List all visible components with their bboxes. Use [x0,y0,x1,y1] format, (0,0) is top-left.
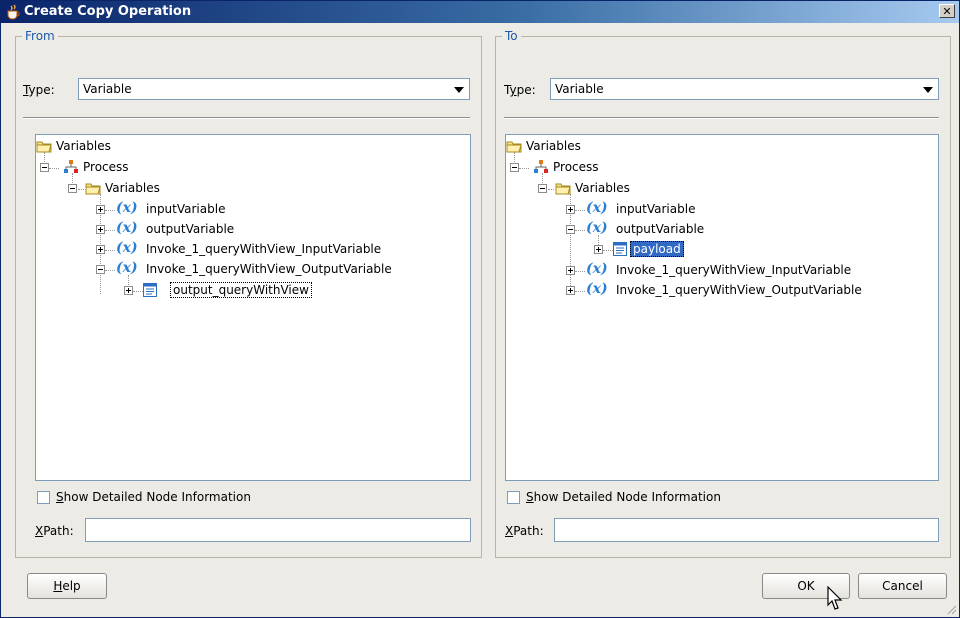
variable-icon: (x) [586,261,608,277]
to-type-value: Variable [555,82,604,96]
tree-connector [105,270,115,272]
dropdown-arrow-icon [923,87,933,93]
tree-node-label: Invoke_1_queryWithView_InputVariable [146,242,382,256]
tree-node-label: Process [83,160,129,174]
tree-node-label: Variables [526,139,581,153]
collapse-icon[interactable] [96,265,105,274]
element-icon [613,242,627,256]
expand-icon[interactable] [594,245,603,254]
tree-node-label: inputVariable [616,202,696,216]
collapse-icon[interactable] [538,184,547,193]
tree-connector [548,189,554,191]
tree-connector [49,168,59,170]
from-separator [23,117,470,119]
tree-node-label: outputVariable [616,222,705,236]
tree-node-label: output_queryWithView [170,282,312,298]
folder-icon [555,183,571,195]
create-copy-operation-dialog: Create Copy Operation ✕ From Type: Varia… [0,0,960,618]
tree-connector [105,230,115,232]
variable-icon: (x) [116,200,138,216]
expand-icon[interactable] [96,205,105,214]
variable-icon: (x) [116,220,138,236]
variable-icon: (x) [116,240,138,256]
to-type-select[interactable]: Variable [550,78,939,100]
tree-node-label: Process [553,160,599,174]
process-icon [64,160,78,173]
from-type-label: Type: [23,83,55,97]
collapse-icon[interactable] [68,184,77,193]
window-title: Create Copy Operation [24,4,192,19]
folder-icon [85,183,101,195]
from-show-detailed-checkbox[interactable] [37,491,50,504]
tree-node-label: Invoke_1_queryWithView_OutputVariable [146,262,392,276]
folder-icon [506,141,522,153]
variable-icon: (x) [116,260,138,276]
to-show-detailed-checkbox[interactable] [507,491,520,504]
title-bar[interactable]: Create Copy Operation ✕ [1,1,959,23]
close-icon: ✕ [942,5,952,18]
variable-icon: (x) [586,200,608,216]
tree-connector [575,230,585,232]
to-xpath-label: XPath: [505,524,544,538]
tree-connector [105,210,115,212]
to-legend: To [505,29,518,43]
collapse-icon[interactable] [510,163,519,172]
to-separator [504,117,939,119]
tree-node-label: Invoke_1_queryWithView_OutputVariable [616,283,862,297]
tree-connector [78,189,84,191]
variable-icon: (x) [586,220,608,236]
tree-connector [575,291,585,293]
from-type-value: Variable [83,82,132,96]
to-variable-tree[interactable]: Variables Process Variables (x) inputVar… [505,134,939,481]
tree-node-label: payload [630,241,684,257]
tree-node-label: Invoke_1_queryWithView_InputVariable [616,263,852,277]
tree-connector [575,210,585,212]
tree-connector [105,250,115,252]
tree-node-label: Variables [105,181,160,195]
close-button[interactable]: ✕ [939,4,955,18]
tree-node-label: Variables [575,181,630,195]
tree-node-label: Variables [56,139,111,153]
element-icon [143,283,157,297]
mouse-pointer-icon [827,586,843,610]
cancel-button[interactable]: Cancel [858,573,947,599]
from-xpath-input[interactable] [85,518,471,542]
to-show-detailed-label: Show Detailed Node Information [526,490,721,504]
expand-icon[interactable] [566,205,575,214]
process-icon [534,160,548,173]
from-xpath-label: XPath: [35,524,74,538]
expand-icon[interactable] [96,225,105,234]
collapse-icon[interactable] [40,163,49,172]
to-type-label: Type: [504,83,536,97]
resize-grip-icon[interactable] [945,603,957,615]
folder-icon [36,141,52,153]
tree-node-label: outputVariable [146,222,235,236]
variable-icon: (x) [586,281,608,297]
expand-icon[interactable] [566,266,575,275]
from-show-detailed-label: Show Detailed Node Information [56,490,251,504]
to-xpath-input[interactable] [554,518,939,542]
help-button[interactable]: Help [27,573,107,599]
from-legend: From [25,29,55,43]
tree-connector [519,168,529,170]
dropdown-arrow-icon [454,87,464,93]
expand-icon[interactable] [96,245,105,254]
expand-icon[interactable] [124,286,133,295]
tree-node-label: inputVariable [146,202,226,216]
tree-connector [575,271,585,273]
jdeveloper-cup-icon [7,4,20,20]
expand-icon[interactable] [566,286,575,295]
collapse-icon[interactable] [566,225,575,234]
from-variable-tree[interactable]: Variables Process Variables (x) inputVar… [35,134,471,481]
from-type-select[interactable]: Variable [78,78,470,100]
